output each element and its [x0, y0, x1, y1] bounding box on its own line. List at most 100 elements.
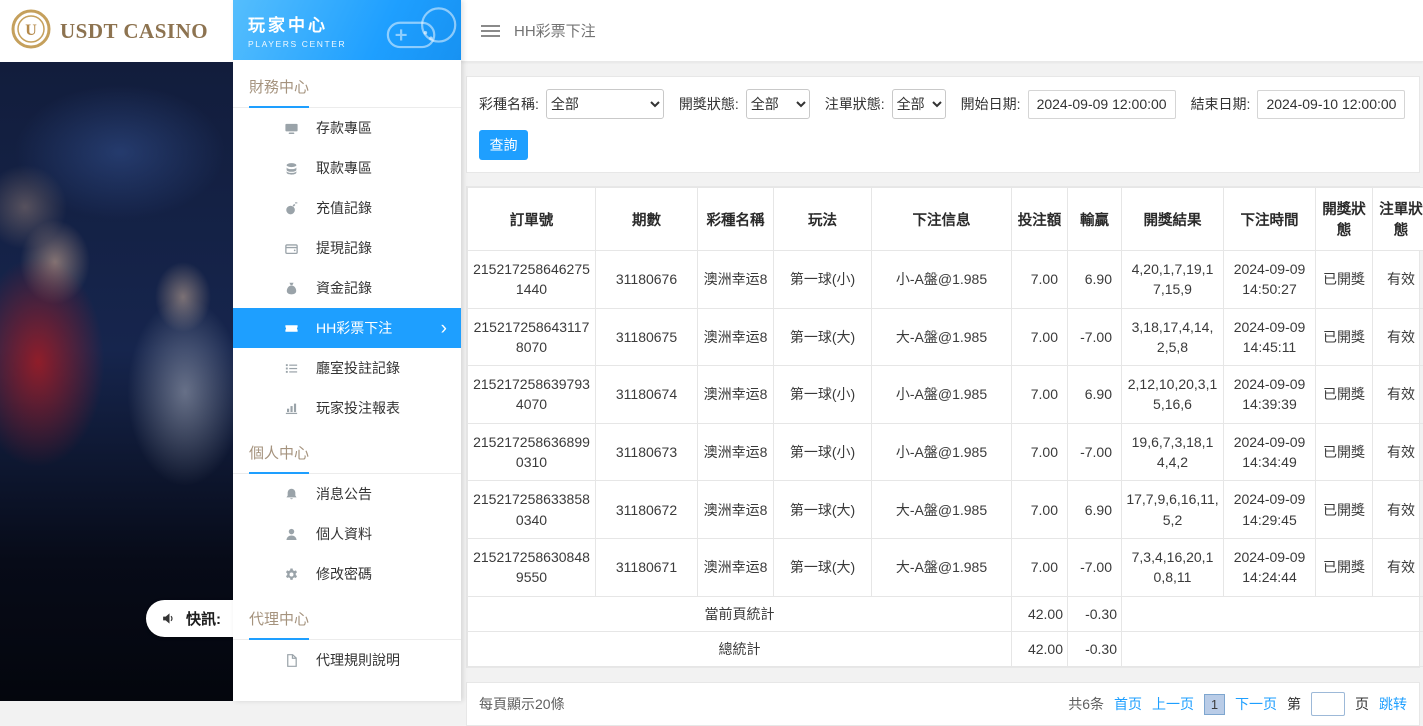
draw-status-select[interactable]: 全部 [746, 89, 810, 119]
next-page-link[interactable]: 下一页 [1235, 694, 1277, 714]
column-header: 輸贏 [1068, 188, 1122, 251]
table-body: 215217258646275144031180676澳洲幸运8第一球(小)小-… [468, 251, 1423, 667]
search-button[interactable]: 查詢 [479, 130, 528, 160]
sidebar-item-withdraw[interactable]: 取款專區 [233, 148, 461, 188]
sidebar-item-label: 資金記錄 [316, 278, 372, 298]
bell-icon [283, 486, 299, 502]
table-cell: 第一球(大) [774, 308, 872, 366]
summary-empty [1122, 596, 1423, 631]
order-status-select[interactable]: 全部 [892, 89, 946, 119]
table-cell: 2024-09-09 14:45:11 [1224, 308, 1316, 366]
table-cell: 澳洲幸运8 [698, 251, 774, 309]
table-cell: 2024-09-09 14:34:49 [1224, 423, 1316, 481]
table-cell: 有效 [1373, 423, 1423, 481]
report-icon [283, 400, 299, 416]
deposit-icon [283, 120, 299, 136]
bets-table-card: 訂單號期數彩種名稱玩法下注信息投注額輸贏開獎結果下注時間開獎狀態注單狀態 215… [466, 186, 1420, 668]
ticker-label: 快訊: [186, 608, 221, 629]
sidebar-item-agent-rules[interactable]: 代理規則說明 [233, 640, 461, 680]
table-cell: 小-A盤@1.985 [872, 366, 1012, 424]
summary-win-total: -0.30 [1068, 596, 1122, 631]
table-row: 215217258630848955031180671澳洲幸运8第一球(大)大-… [468, 538, 1423, 596]
table-cell: 已開獎 [1316, 481, 1373, 539]
user-icon [283, 526, 299, 542]
page-title: HH彩票下注 [514, 20, 596, 41]
table-row: 215217258646275144031180676澳洲幸运8第一球(小)小-… [468, 251, 1423, 309]
jump-label-before: 第 [1287, 694, 1301, 714]
table-cell: 第一球(小) [774, 366, 872, 424]
summary-label: 總統計 [468, 631, 1012, 666]
funds-icon [283, 280, 299, 296]
table-cell: 2152172586431178070 [468, 308, 596, 366]
svg-text:U: U [25, 22, 37, 39]
table-header-row: 訂單號期數彩種名稱玩法下注信息投注額輸贏開獎結果下注時間開獎狀態注單狀態 [468, 188, 1423, 251]
sidebar-item-player-bet-report[interactable]: 玩家投注報表 [233, 388, 461, 428]
sidebar-item-deposit[interactable]: 存款專區 [233, 108, 461, 148]
table-cell: 大-A盤@1.985 [872, 481, 1012, 539]
column-header: 下注信息 [872, 188, 1012, 251]
sidebar-item-fund-records[interactable]: 資金記錄 [233, 268, 461, 308]
sidebar-item-change-password[interactable]: 修改密碼 [233, 554, 461, 594]
table-cell: 大-A盤@1.985 [872, 308, 1012, 366]
menu-icon[interactable] [481, 24, 500, 38]
hall-icon [283, 360, 299, 376]
column-header: 期數 [596, 188, 698, 251]
sidebar-item-recharge-records[interactable]: 充值記錄 [233, 188, 461, 228]
table-cell: 31180674 [596, 366, 698, 424]
table-row: 215217258636899031031180673澳洲幸运8第一球(小)小-… [468, 423, 1423, 481]
sidebar: 玩家中心 PLAYERS CENTER 財務中心存款專區取款專區充值記錄提現記錄… [233, 0, 461, 701]
start-date-input[interactable] [1028, 90, 1176, 119]
sidebar-item-label: 修改密碼 [316, 564, 372, 584]
table-cell: 有效 [1373, 538, 1423, 596]
sidebar-item-hall-bet-records[interactable]: 廳室投註記錄 [233, 348, 461, 388]
table-cell: 澳洲幸运8 [698, 538, 774, 596]
sidebar-menu: 財務中心存款專區取款專區充值記錄提現記錄資金記錄HH彩票下注›廳室投註記錄玩家投… [233, 60, 461, 680]
news-ticker: 快訊: [146, 600, 233, 637]
sidebar-item-cashout-records[interactable]: 提現記錄 [233, 228, 461, 268]
table-cell: 2152172586368990310 [468, 423, 596, 481]
jump-button[interactable]: 跳转 [1379, 694, 1407, 714]
page-size-text: 每頁顯示20條 [479, 694, 565, 714]
sidebar-header: 玩家中心 PLAYERS CENTER [233, 0, 461, 60]
background-photo-pane: U USDT CASINO 快訊: [0, 0, 233, 701]
table-cell: 3,18,17,4,14,2,5,8 [1122, 308, 1224, 366]
table-cell: -7.00 [1068, 423, 1122, 481]
table-cell: 7.00 [1012, 308, 1068, 366]
pagination-bar: 每頁顯示20條 共6条 首页 上一页 1 下一页 第 页 跳转 [466, 682, 1420, 726]
draw-status-filter-label: 開獎狀態: [679, 94, 739, 114]
chevron-right-icon: › [441, 319, 447, 338]
sidebar-item-announcements[interactable]: 消息公告 [233, 474, 461, 514]
sidebar-item-label: 玩家投注報表 [316, 398, 400, 418]
table-cell: 已開獎 [1316, 251, 1373, 309]
table-cell: 2024-09-09 14:29:45 [1224, 481, 1316, 539]
summary-label: 當前頁統計 [468, 596, 1012, 631]
table-cell: 7.00 [1012, 366, 1068, 424]
sidebar-item-hh-lottery-bets[interactable]: HH彩票下注 › [233, 308, 461, 348]
withdraw-icon [283, 160, 299, 176]
pagination-controls: 共6条 首页 上一页 1 下一页 第 页 跳转 [1068, 692, 1407, 716]
page-jump-input[interactable] [1311, 692, 1345, 716]
summary-row: 總統計42.00-0.30 [468, 631, 1423, 666]
lottery-select[interactable]: 全部 [546, 89, 664, 119]
end-date-input[interactable] [1257, 90, 1405, 119]
casino-emblem-icon: U [10, 8, 52, 55]
current-page[interactable]: 1 [1204, 694, 1225, 715]
sidebar-item-label: HH彩票下注 [316, 318, 392, 338]
table-cell: 7,3,4,16,20,10,8,11 [1122, 538, 1224, 596]
table-cell: 第一球(大) [774, 481, 872, 539]
table-cell: 2024-09-09 14:24:44 [1224, 538, 1316, 596]
gear-icon [283, 566, 299, 582]
lottery-filter-label: 彩種名稱: [479, 94, 539, 114]
prev-page-link[interactable]: 上一页 [1152, 694, 1194, 714]
sidebar-item-label: 提現記錄 [316, 238, 372, 258]
summary-row: 當前頁統計42.00-0.30 [468, 596, 1423, 631]
first-page-link[interactable]: 首页 [1114, 694, 1142, 714]
table-cell: 澳洲幸运8 [698, 423, 774, 481]
table-cell: -7.00 [1068, 308, 1122, 366]
sidebar-item-profile[interactable]: 個人資料 [233, 514, 461, 554]
table-cell: 澳洲幸运8 [698, 308, 774, 366]
bets-table: 訂單號期數彩種名稱玩法下注信息投注額輸贏開獎結果下注時間開獎狀態注單狀態 215… [467, 187, 1423, 667]
end-date-label: 結束日期: [1191, 94, 1251, 114]
jump-label-after: 页 [1355, 694, 1369, 714]
table-cell: 6.90 [1068, 481, 1122, 539]
